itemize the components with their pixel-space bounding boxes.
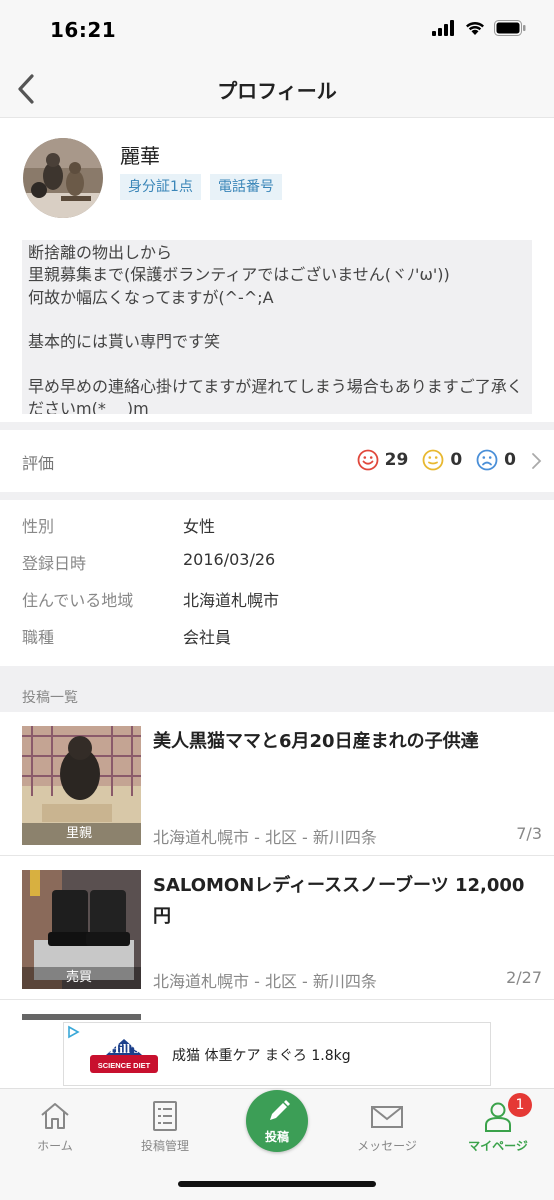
notification-badge: 1	[508, 1093, 532, 1117]
avatar-cats-photo	[23, 138, 103, 218]
profile-section: 麗華 身分証1点 電話番号 断捨離の物出しから 里親募集まで(保護ボランティアで…	[0, 118, 554, 422]
info-key: 住んでいる地域	[22, 591, 134, 610]
rating-neutral-count: 0	[450, 450, 463, 470]
info-row-area: 住んでいる地域 北海道札幌市	[0, 578, 554, 615]
info-value: 2016/03/26	[183, 550, 276, 569]
new-post-label: 投稿	[264, 1130, 289, 1144]
tab-post-management[interactable]: 投稿管理	[115, 1099, 215, 1154]
profile-info: 性別 女性 登録日時 2016/03/26 住んでいる地域 北海道札幌市 職種 …	[0, 500, 554, 658]
info-value: 女性	[183, 517, 216, 536]
list-item[interactable]: 売買 SALOMONレディーススノーブーツ 12,000円 北海道札幌市 - 北…	[0, 856, 554, 1000]
envelope-icon	[371, 1106, 403, 1128]
tab-messages-label: メッセージ	[357, 1139, 417, 1153]
user-name: 麗華	[120, 144, 160, 168]
info-row-registered: 登録日時 2016/03/26	[0, 541, 554, 578]
home-icon	[41, 1103, 69, 1129]
status-time: 16:21	[50, 18, 117, 42]
post-thumbnail: 里親	[22, 726, 141, 845]
phone-verified-badge: 電話番号	[210, 174, 282, 200]
rating-row[interactable]: 評価 29 0 0	[0, 430, 554, 492]
post-title: SALOMONレディーススノーブーツ 12,000円	[153, 875, 525, 927]
profile-bio: 断捨離の物出しから 里親募集まで(保護ボランティアではございません(ヾﾉ'ω')…	[22, 240, 532, 414]
neutral-face-icon	[422, 449, 444, 471]
tab-home[interactable]: ホーム	[5, 1099, 105, 1154]
info-row-gender: 性別 女性	[0, 504, 554, 541]
tab-home-label: ホーム	[37, 1139, 73, 1153]
tab-mypage-label: マイページ	[468, 1139, 528, 1153]
happy-face-icon	[357, 449, 379, 471]
ad-text: 成猫 体重ケア まぐろ 1.8kg	[172, 1048, 351, 1064]
chevron-right-icon	[532, 453, 542, 469]
tab-messages[interactable]: メッセージ	[337, 1099, 437, 1154]
sad-face-icon	[476, 449, 498, 471]
rating-bad-count: 0	[504, 450, 516, 470]
list-item[interactable]: 里親 美人黒猫ママと6月20日産まれの子供達 北海道札幌市 - 北区 - 新川四…	[0, 712, 554, 856]
status-bar: 16:21	[0, 0, 554, 60]
info-row-job: 職種 会社員	[0, 615, 554, 652]
page-title: プロフィール	[217, 79, 337, 103]
posts-header: 投稿一覧	[0, 666, 554, 712]
hills-logo-text: Hill's	[109, 1041, 139, 1056]
divider	[0, 422, 554, 430]
post-date: 2/27	[506, 968, 542, 987]
ad-banner[interactable]: Hill's SCIENCE DIET 成猫 体重ケア まぐろ 1.8kg	[0, 1020, 554, 1088]
post-location: 北海道札幌市 - 北区 - 新川四条	[153, 972, 377, 991]
post-location: 北海道札幌市 - 北区 - 新川四条	[153, 828, 377, 847]
new-post-button[interactable]: 投稿	[246, 1090, 308, 1152]
wifi-icon	[466, 21, 484, 35]
status-icons	[432, 20, 526, 36]
post-category-tag: 売買	[22, 967, 141, 989]
ad-box[interactable]: Hill's SCIENCE DIET 成猫 体重ケア まぐろ 1.8kg	[63, 1022, 491, 1086]
info-key: 登録日時	[22, 554, 87, 573]
home-indicator[interactable]	[178, 1181, 376, 1187]
hills-logo-icon: Hill's SCIENCE DIET	[90, 1039, 158, 1073]
hills-logo-subtext: SCIENCE DIET	[98, 1061, 151, 1070]
pencil-icon	[270, 1100, 290, 1120]
info-key: 性別	[22, 517, 55, 536]
profile-screen: 16:21 プロフィール 麗華 身分証1点 電話番号 断捨離の物出しから 里親募…	[0, 0, 554, 1200]
rating-label: 評価	[22, 454, 55, 473]
post-thumbnail: 売買	[22, 870, 141, 989]
nav-bar: プロフィール	[0, 60, 554, 118]
post-title: 美人黒猫ママと6月20日産まれの子供達	[153, 731, 479, 752]
id-verified-badge: 身分証1点	[120, 174, 201, 200]
rating-scores: 29 0 0	[349, 449, 516, 471]
avatar	[23, 138, 103, 218]
list-document-icon	[153, 1101, 177, 1131]
adchoices-icon[interactable]	[66, 1025, 80, 1039]
signal-icon	[432, 20, 454, 36]
tab-manage-label: 投稿管理	[140, 1139, 189, 1153]
post-date: 7/3	[516, 824, 542, 843]
hills-logo: Hill's SCIENCE DIET	[90, 1031, 158, 1079]
info-value: 北海道札幌市	[183, 591, 280, 610]
rating-good-count: 29	[384, 450, 409, 470]
info-key: 職種	[22, 628, 55, 647]
battery-icon	[494, 20, 526, 36]
tab-mypage[interactable]: マイページ	[448, 1099, 548, 1154]
post-category-tag: 里親	[22, 823, 141, 845]
divider	[0, 492, 554, 500]
info-value: 会社員	[183, 628, 232, 647]
posts-header-label: 投稿一覧	[22, 690, 78, 706]
